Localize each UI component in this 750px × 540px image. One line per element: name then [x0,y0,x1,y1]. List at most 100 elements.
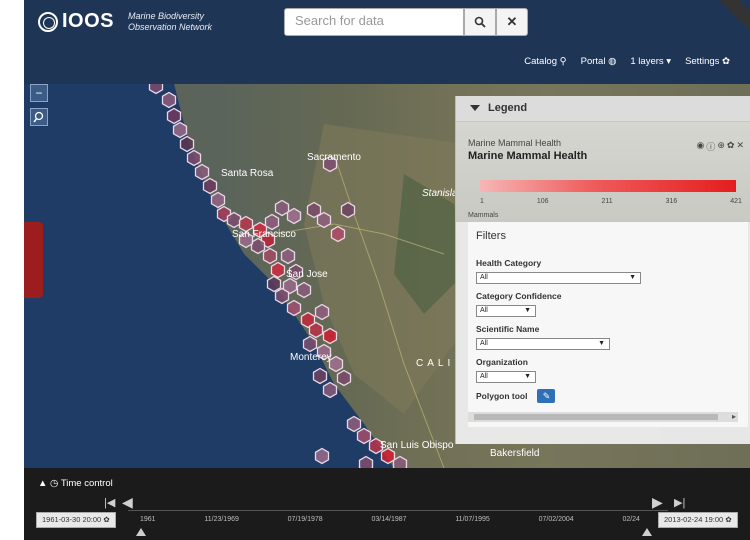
gear-icon: ✿ [725,515,732,524]
caret-down-icon: ▼ [598,340,605,347]
hexbin-cell[interactable] [346,415,362,433]
hexbin-cell[interactable] [312,367,328,385]
ramp-tick: 1 [480,198,484,205]
color-ramp [480,180,736,192]
hexbin-cell[interactable] [166,107,182,125]
hexbin-cell[interactable] [330,225,346,243]
top-nav: Catalog ⚲ Portal ◍ 1 layers ▾ Settings ✿ [524,56,730,67]
close-icon: ✕ [506,14,518,29]
hexbin-cell[interactable] [262,247,278,265]
close-icon[interactable]: ✕ [736,140,744,153]
hexbin-cell[interactable] [226,211,242,229]
filter-label-category-confidence: Category Confidence [476,291,562,301]
organization-select[interactable]: All ▼ [476,371,536,383]
clear-search-button[interactable]: ✕ [496,8,528,36]
category-confidence-select[interactable]: All ▼ [476,305,536,317]
ramp-tick: 106 [536,198,549,205]
clock-icon: ◷ [50,478,59,489]
logo-text: IOOS [62,10,115,32]
hexbin-cell[interactable] [286,299,302,317]
map-label-bakersfield: Bakersfield [490,448,539,459]
search-icon [474,16,486,28]
hexbin-cell[interactable] [274,199,290,217]
nav-layers[interactable]: 1 layers ▾ [630,56,671,67]
nav-portal[interactable]: Portal ◍ [581,56,617,67]
hexbin-cell[interactable] [286,207,302,225]
zoom-box-button[interactable] [30,108,48,126]
filters-title: Filters [476,230,506,242]
start-time-handle[interactable] [136,528,146,536]
hexbin-cell[interactable] [264,213,280,231]
feedback-tab[interactable]: feedback [11,222,43,342]
hexbin-cell[interactable] [314,303,330,321]
timeline-tick: 07/02/2004 [538,516,574,523]
ioos-logo[interactable]: IOOS Marine Biodiversity Observation Net… [38,10,212,33]
select-value: All [480,307,488,314]
search-button[interactable] [464,8,496,36]
hexbin-cell[interactable] [322,327,338,345]
step-back-icon[interactable]: |◀ [104,496,115,509]
hexbin-cell[interactable] [210,191,226,209]
hexbin-cell[interactable] [186,149,202,167]
hexbin-cell[interactable] [314,447,330,465]
scroll-right-icon[interactable]: ▸ [732,412,736,421]
caret-down-icon [470,105,480,112]
legend-header[interactable]: Legend [456,96,750,122]
timeline-tick: 1961 [140,516,156,523]
hexbin-cell[interactable] [296,281,312,299]
info-icon[interactable]: ⓘ [706,140,715,153]
eye-icon[interactable]: ◉ [696,140,704,153]
end-time-field[interactable]: 2013-02-24 19:00 ✿ [658,512,738,528]
gear-icon: ✿ [103,515,110,524]
legend-horizontal-scrollbar[interactable]: ▸ [468,412,738,422]
hexbin-cell[interactable] [194,163,210,181]
start-time-field[interactable]: 1961-03-30 20:00 ✿ [36,512,116,528]
zoom-out-button[interactable]: − [30,84,48,102]
hexbin-cell[interactable] [161,91,177,109]
scrollbar-thumb[interactable] [474,414,718,420]
timeline-tick: 03/14/1987 [371,516,407,523]
map-label-santa-rosa: Santa Rosa [221,168,274,179]
health-category-select[interactable]: All ▼ [476,272,641,284]
search-input[interactable]: Search for data [284,8,464,36]
time-control-bar: ▲ ◷ Time control |◀ ◀ ▶ ▶| 1961 11/23/19… [24,468,750,540]
hexbin-cell[interactable] [336,369,352,387]
hexbin-cell[interactable] [322,381,338,399]
hexbin-cell[interactable] [316,211,332,229]
step-forward-icon[interactable]: ▶| [674,496,685,509]
ramp-tick: 316 [665,198,678,205]
scientific-name-select[interactable]: All ▼ [476,338,610,350]
play-forward-icon[interactable]: ▶ [652,494,663,511]
map-label-san-francisco: San Francisco [232,229,296,240]
hexbin-cell[interactable] [356,427,372,445]
end-time-value: 2013-02-24 19:00 [664,515,724,524]
hexbin-cell[interactable] [280,247,296,265]
hexbin-cell[interactable] [179,135,195,153]
polygon-tool-label: Polygon tool [476,391,528,401]
time-control-toggle[interactable]: ▲ ◷ Time control [38,478,113,489]
hexbin-cell[interactable] [308,321,324,339]
polygon-tool-row: Polygon tool ✎ [476,389,740,403]
gear-icon[interactable]: ✿ [727,140,735,153]
polygon-tool-button[interactable]: ✎ [537,389,556,403]
hexbin-cell[interactable] [172,121,188,139]
play-back-icon[interactable]: ◀ [122,494,133,511]
end-time-handle[interactable] [642,528,652,536]
hexbin-cell[interactable] [266,275,282,293]
nav-catalog[interactable]: Catalog ⚲ [524,56,566,67]
hexbin-cell[interactable] [270,261,286,279]
nav-catalog-label: Catalog [524,56,557,67]
hexbin-cell[interactable] [250,237,266,255]
hexbin-cell[interactable] [302,335,318,353]
timeline-tick: 07/19/1978 [287,516,323,523]
hexbin-cell[interactable] [340,201,356,219]
timeline-ticks: 1961 11/23/1969 07/19/1978 03/14/1987 11… [140,516,640,523]
hexbin-cell[interactable] [274,287,290,305]
layer-actions: ◉ ⓘ ⊕ ✿ ✕ [696,140,744,153]
legend-panel: Legend Marine Mammal Health Marine Mamma… [455,96,750,444]
hexbin-cell[interactable] [202,177,218,195]
zoom-to-icon[interactable]: ⊕ [717,140,725,153]
globe-icon: ◍ [608,56,617,67]
timeline-tick: 11/07/1995 [455,516,490,523]
nav-settings[interactable]: Settings ✿ [685,56,730,67]
